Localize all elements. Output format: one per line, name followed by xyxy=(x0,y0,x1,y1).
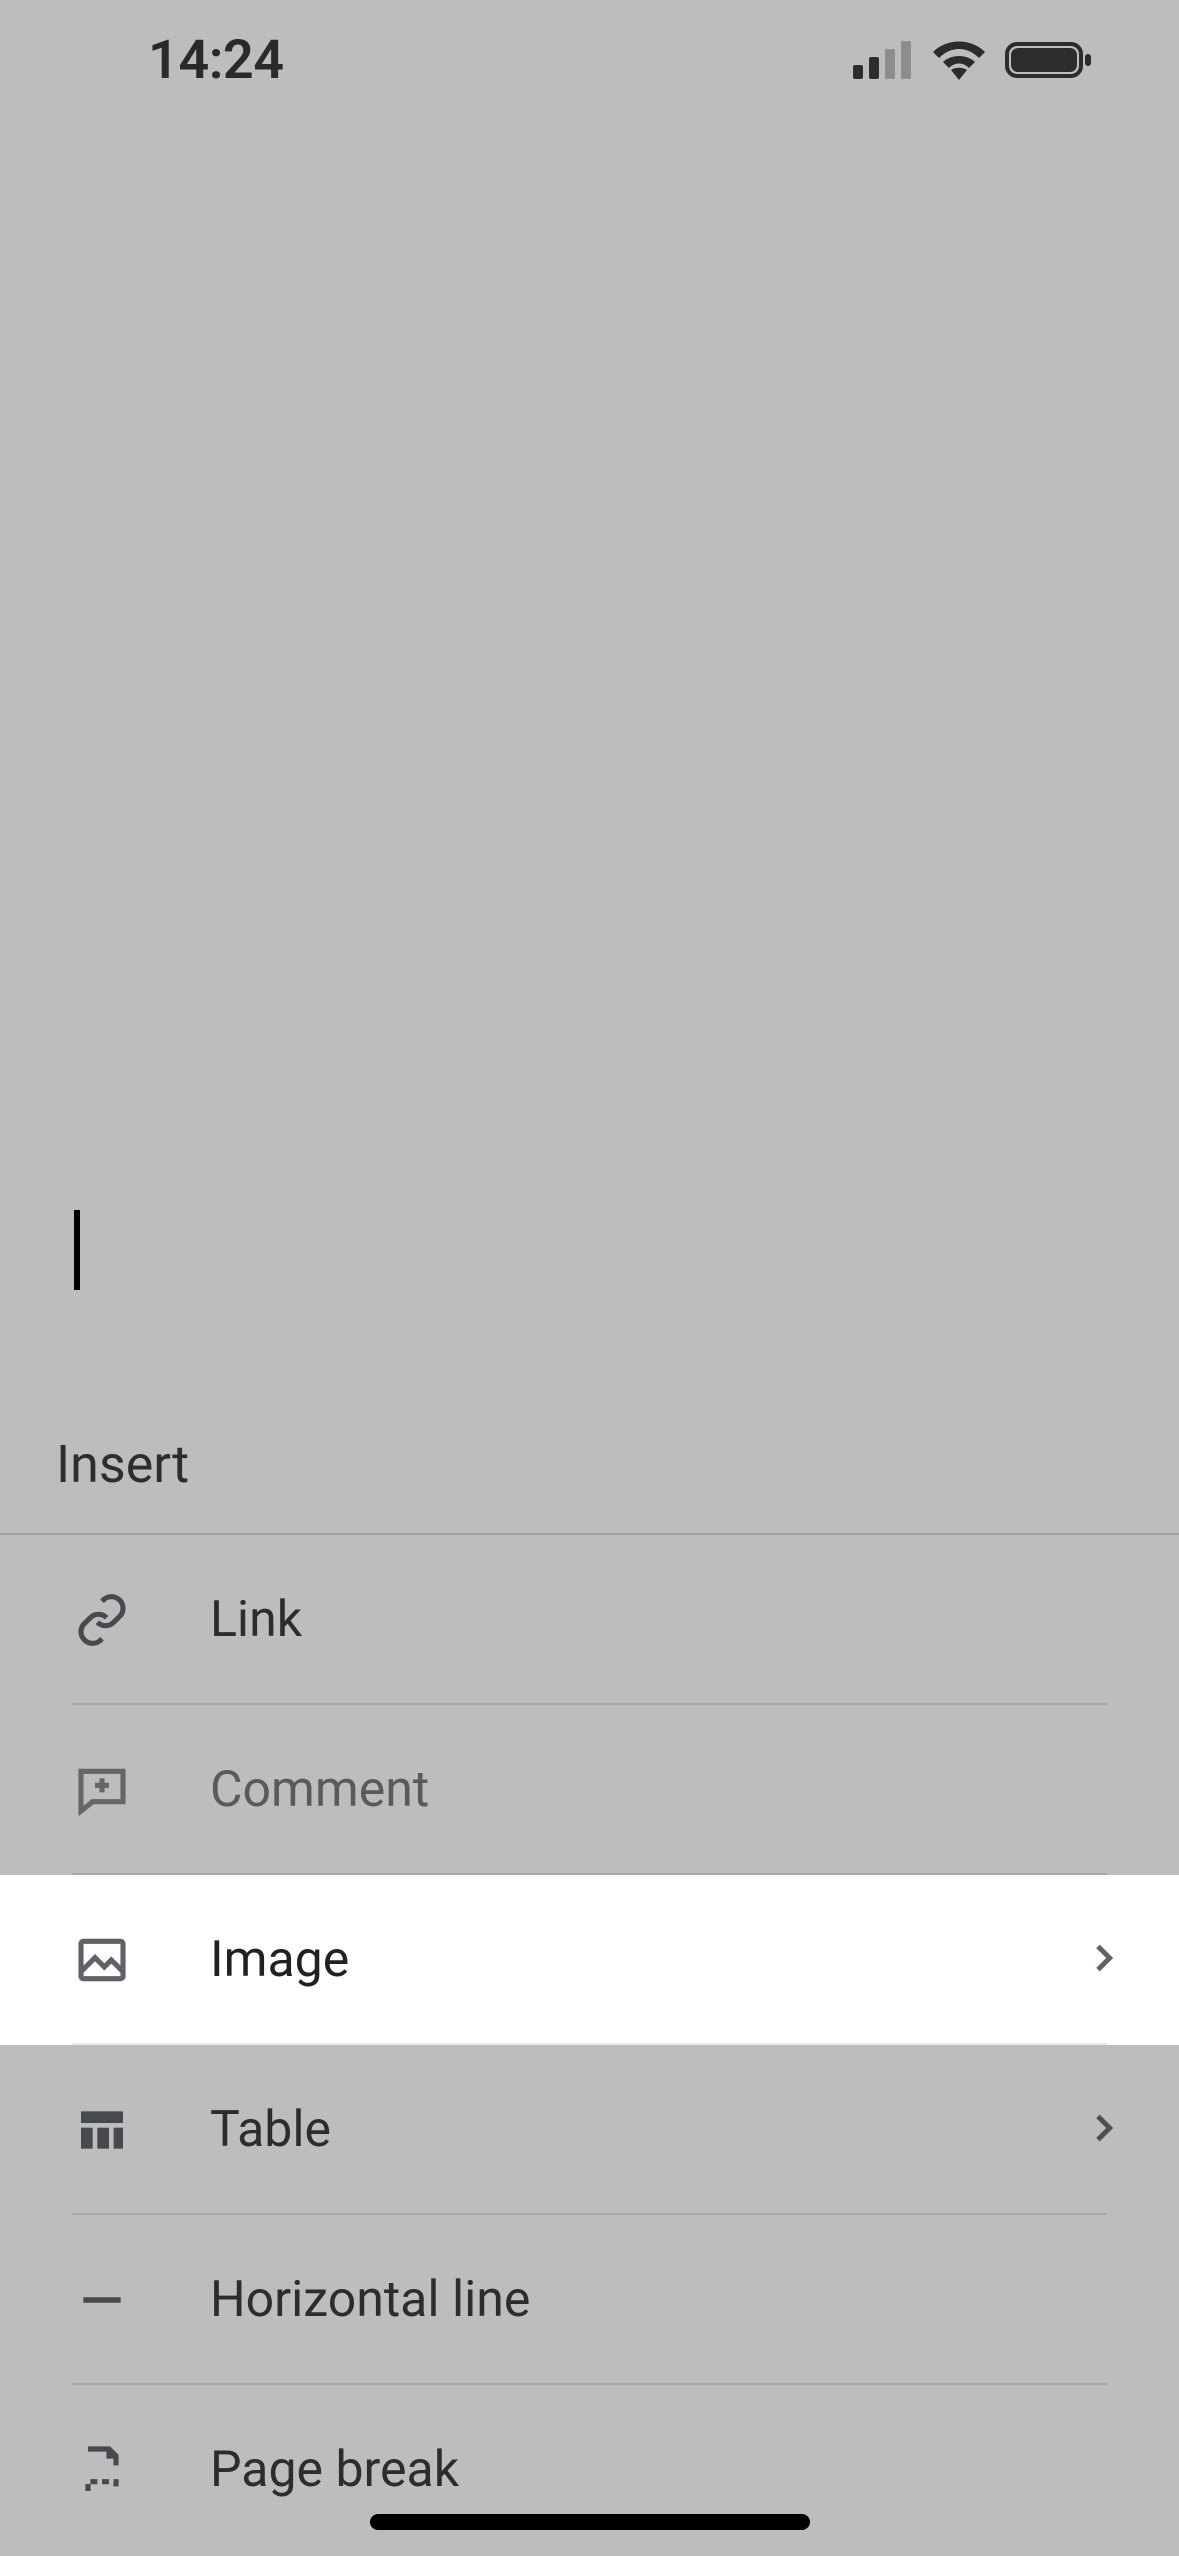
menu-item-label: Table xyxy=(210,2101,1083,2159)
page-break-icon xyxy=(72,2440,132,2500)
menu-item-image[interactable]: Image xyxy=(0,1875,1179,2045)
menu-item-table[interactable]: Table xyxy=(0,2045,1179,2215)
insert-panel-header: Insert xyxy=(0,1395,1179,1535)
menu-item-horizontal-line[interactable]: Horizontal line xyxy=(0,2215,1179,2385)
image-icon xyxy=(72,1930,132,1990)
menu-item-label: Page break xyxy=(210,2441,1123,2499)
menu-item-comment: Comment xyxy=(0,1705,1179,1875)
menu-item-label: Image xyxy=(210,1931,1083,1989)
menu-item-label: Link xyxy=(210,1591,1123,1649)
home-indicator[interactable] xyxy=(370,2514,810,2530)
chevron-right-icon xyxy=(1083,1938,1123,1982)
insert-panel-title: Insert xyxy=(56,1434,189,1495)
menu-item-label: Comment xyxy=(210,1761,1123,1819)
menu-item-label: Horizontal line xyxy=(210,2271,1123,2329)
insert-menu-list: Link Comment Image xyxy=(0,1535,1179,2555)
horizontal-line-icon xyxy=(72,2270,132,2330)
comment-icon xyxy=(72,1760,132,1820)
menu-item-link[interactable]: Link xyxy=(0,1535,1179,1705)
chevron-right-icon xyxy=(1083,2108,1123,2152)
link-icon xyxy=(72,1590,132,1650)
table-icon xyxy=(72,2100,132,2160)
